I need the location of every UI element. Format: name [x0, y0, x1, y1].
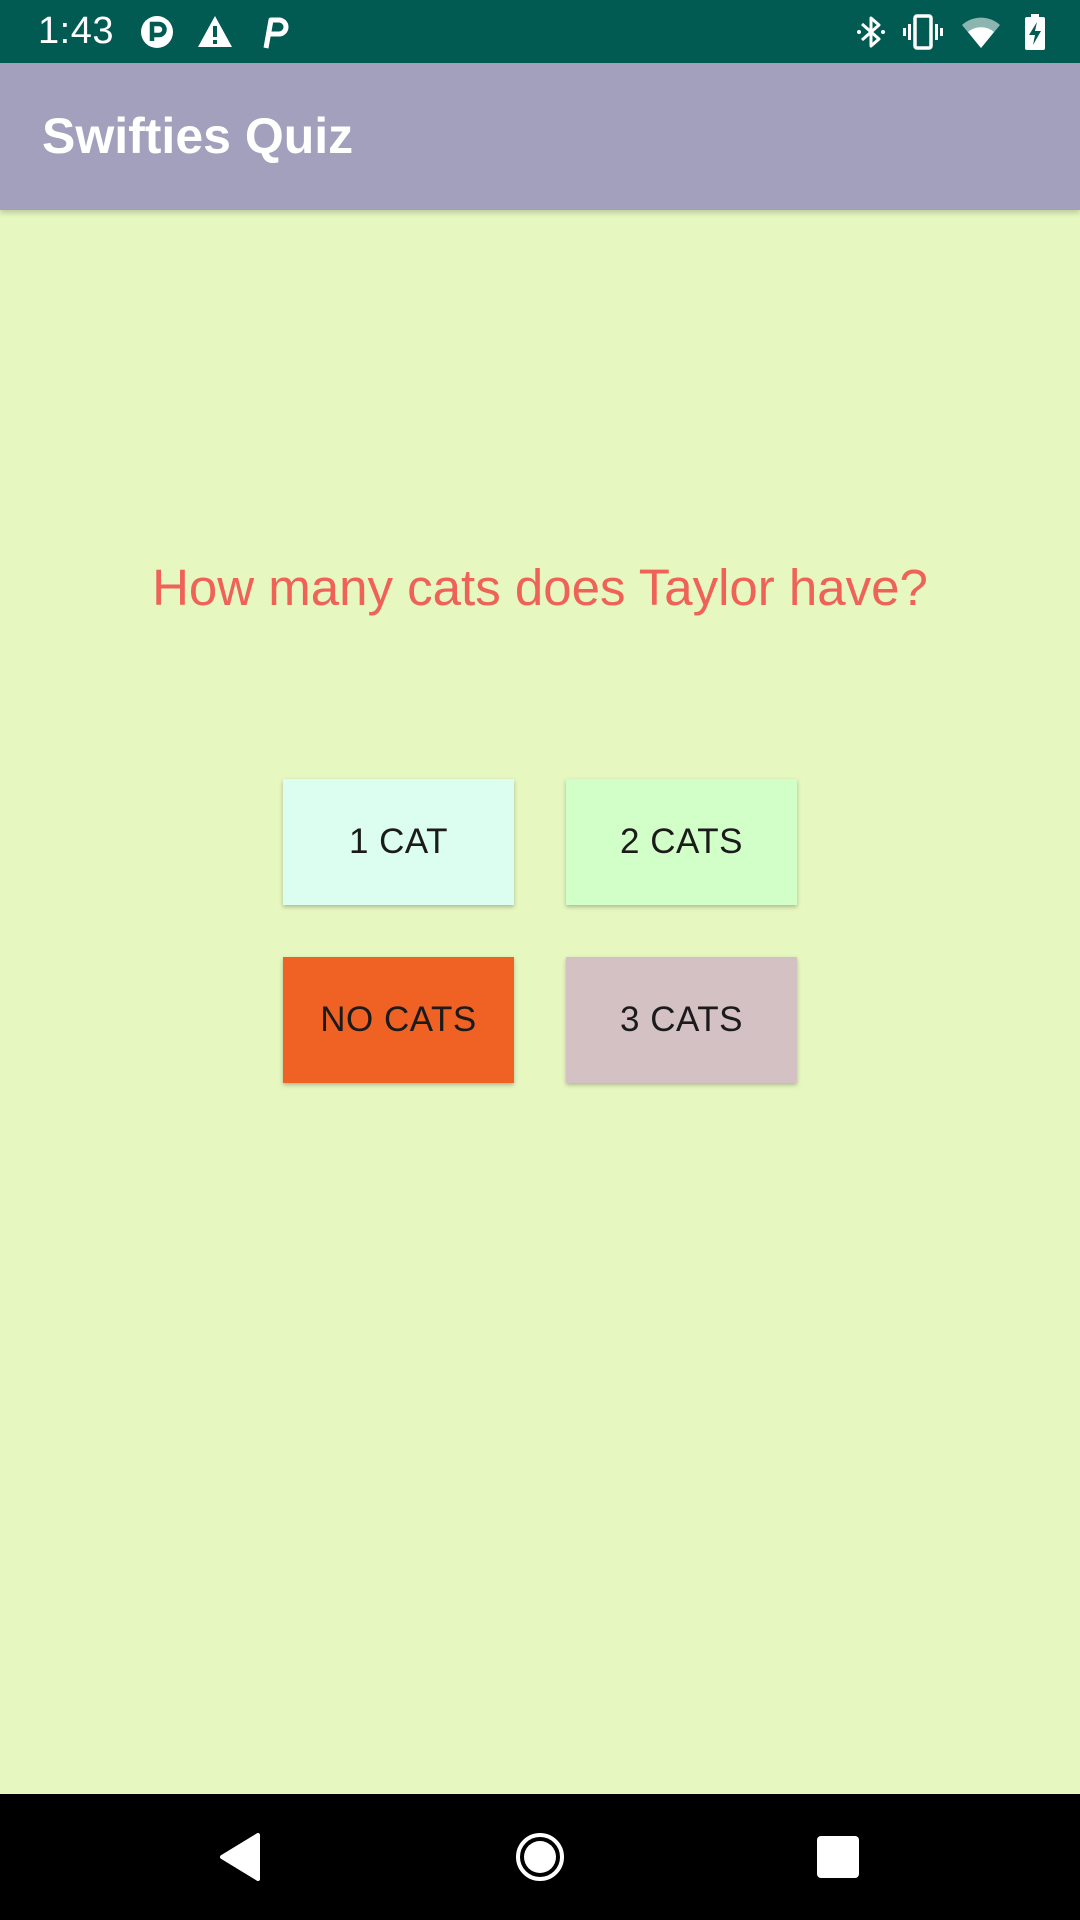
vibrate-icon	[903, 14, 943, 50]
answer-button-1-cat[interactable]: 1 CAT	[283, 779, 514, 905]
p-notification-icon	[263, 17, 289, 49]
answer-button-3-cats[interactable]: 3 CATS	[566, 957, 797, 1083]
warning-icon	[198, 16, 232, 47]
quiz-screen: 1:43 Swifties Quiz How many cats does Ta…	[0, 0, 1080, 1920]
p-notification-icon	[141, 16, 173, 48]
back-icon[interactable]	[200, 1817, 280, 1897]
app-title: Swifties Quiz	[42, 108, 354, 164]
status-bar: 1:43	[0, 0, 1080, 63]
wifi-icon	[962, 17, 1000, 48]
recents-icon[interactable]	[798, 1817, 878, 1897]
bluetooth-icon	[857, 16, 885, 48]
answer-button-2-cats[interactable]: 2 CATS	[566, 779, 797, 905]
navigation-bar	[0, 1794, 1080, 1920]
answer-button-no-cats[interactable]: NO CATS	[283, 957, 514, 1083]
quiz-question: How many cats does Taylor have?	[152, 559, 928, 616]
app-bar: Swifties Quiz	[0, 63, 1080, 210]
home-icon[interactable]	[500, 1817, 580, 1897]
status-time: 1:43	[38, 10, 114, 52]
battery-charging-icon	[1025, 14, 1045, 50]
